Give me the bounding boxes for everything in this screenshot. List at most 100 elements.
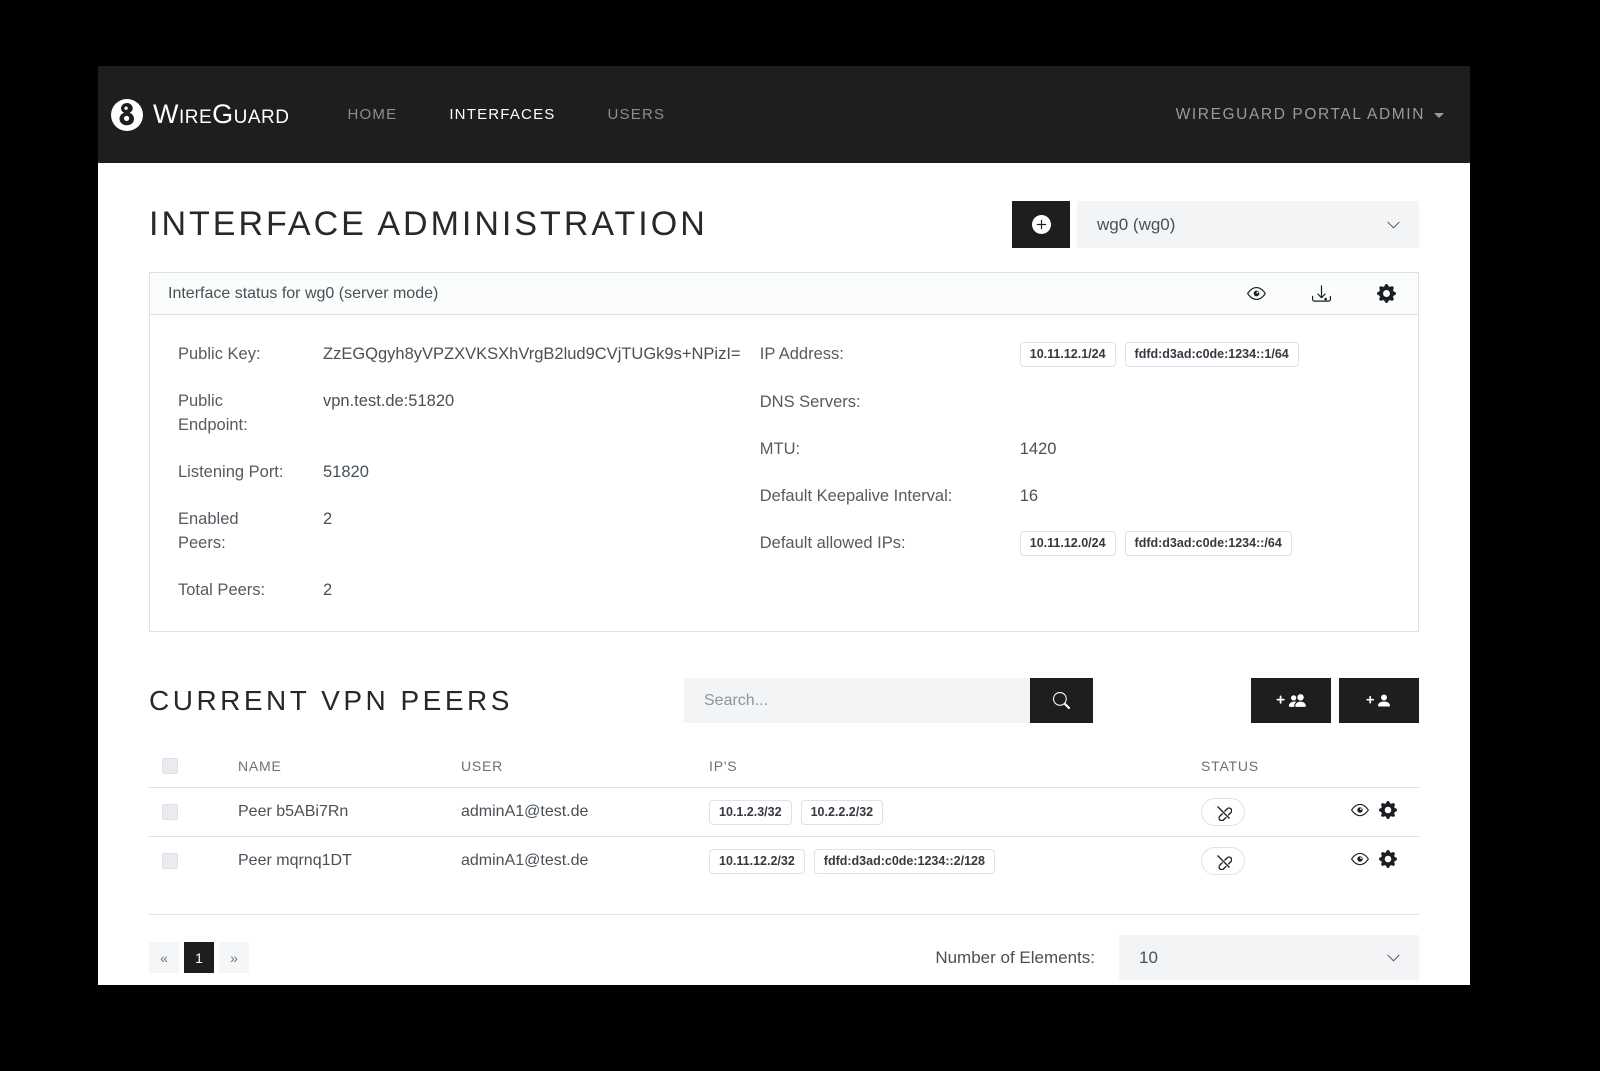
elements-label: Number of Elements: bbox=[935, 948, 1095, 968]
interface-select[interactable]: wg0 (wg0) bbox=[1077, 201, 1419, 248]
column-header-user: USER bbox=[461, 745, 709, 788]
status-badge bbox=[1201, 798, 1245, 826]
add-interface-button[interactable] bbox=[1012, 201, 1070, 248]
ip-badge: 10.11.12.0/24 bbox=[1020, 531, 1116, 556]
nav-item-home[interactable]: HOME bbox=[322, 96, 424, 133]
field-label: Listening Port: bbox=[178, 460, 323, 484]
nav-item-interfaces[interactable]: INTERFACES bbox=[423, 96, 581, 133]
peer-view-eye-icon[interactable] bbox=[1351, 801, 1369, 819]
ip-badge: fdfd:d3ad:c0de:1234::/64 bbox=[1125, 531, 1292, 556]
column-header-ips: IP'S bbox=[709, 745, 1201, 788]
row-checkbox[interactable] bbox=[162, 804, 178, 820]
add-peer-button[interactable] bbox=[1339, 678, 1419, 723]
ip-badge: 10.1.2.3/32 bbox=[709, 800, 792, 825]
peer-add-buttons bbox=[1251, 678, 1419, 723]
table-row: Peer b5ABi7Rn adminA1@test.de 10.1.2.3/3… bbox=[149, 788, 1419, 837]
card-header: Interface status for wg0 (server mode) bbox=[150, 273, 1418, 315]
pager-next-button[interactable]: » bbox=[219, 942, 249, 973]
user-menu-label: WIREGUARD PORTAL ADMIN bbox=[1176, 106, 1425, 124]
brand-name: WireGuard bbox=[153, 99, 290, 130]
card-body: Public Key: ZzEGQgyh8yVPZXVKSXhVrgB2lud9… bbox=[150, 315, 1418, 631]
navbar: WireGuard HOME INTERFACES USERS WIREGUAR… bbox=[98, 66, 1470, 163]
field-public-endpoint: Public Endpoint: vpn.test.de:51820 bbox=[178, 389, 760, 437]
field-ip-address: IP Address: 10.11.12.1/24 fdfd:d3ad:c0de… bbox=[760, 342, 1390, 367]
pager-page-1[interactable]: 1 bbox=[184, 942, 214, 973]
status-left-column: Public Key: ZzEGQgyh8yVPZXVKSXhVrgB2lud9… bbox=[178, 342, 760, 625]
select-all-checkbox[interactable] bbox=[162, 758, 178, 774]
field-listening-port: Listening Port: 51820 bbox=[178, 460, 760, 484]
table-bottom-divider bbox=[149, 885, 1419, 915]
peer-user: adminA1@test.de bbox=[461, 788, 709, 837]
field-mtu: MTU: 1420 bbox=[760, 437, 1390, 461]
wireguard-logo-icon bbox=[110, 98, 144, 132]
add-multiple-peers-button[interactable] bbox=[1251, 678, 1331, 723]
field-value: 1420 bbox=[1020, 437, 1057, 461]
table-row: Peer mqrnq1DT adminA1@test.de 10.11.12.2… bbox=[149, 837, 1419, 886]
peer-search-group bbox=[684, 678, 1093, 723]
peer-settings-gear-icon[interactable] bbox=[1379, 801, 1397, 819]
main-nav: HOME INTERFACES USERS bbox=[322, 96, 692, 133]
row-checkbox[interactable] bbox=[162, 853, 178, 869]
field-total-peers: Total Peers: 2 bbox=[178, 578, 760, 602]
interface-controls: wg0 (wg0) bbox=[1012, 201, 1419, 248]
column-header-status: STATUS bbox=[1201, 745, 1336, 788]
field-label: IP Address: bbox=[760, 342, 1020, 367]
peer-name: Peer b5ABi7Rn bbox=[238, 788, 461, 837]
interface-settings-gear-icon[interactable] bbox=[1377, 284, 1396, 303]
field-public-key: Public Key: ZzEGQgyh8yVPZXVKSXhVrgB2lud9… bbox=[178, 342, 760, 366]
table-header-row: NAME USER IP'S STATUS bbox=[149, 745, 1419, 788]
field-default-keepalive: Default Keepalive Interval: 16 bbox=[760, 484, 1390, 508]
ip-badge: fdfd:d3ad:c0de:1234::2/128 bbox=[814, 849, 995, 874]
user-menu-dropdown[interactable]: WIREGUARD PORTAL ADMIN bbox=[1176, 106, 1444, 124]
ip-badge: 10.11.12.1/24 bbox=[1020, 342, 1116, 367]
ip-badge: 10.11.12.2/32 bbox=[709, 849, 805, 874]
interface-select-value: wg0 (wg0) bbox=[1097, 215, 1175, 235]
chevron-down-icon bbox=[1386, 950, 1401, 965]
interface-status-card: Interface status for wg0 (server mode) bbox=[149, 272, 1419, 632]
elements-select-value: 10 bbox=[1139, 948, 1158, 968]
plus-people-icon bbox=[1276, 692, 1306, 709]
field-label: Public Endpoint: bbox=[178, 389, 323, 437]
field-value: 2 bbox=[323, 507, 332, 555]
field-label: Default allowed IPs: bbox=[760, 531, 1020, 556]
field-value: 2 bbox=[323, 578, 332, 602]
app-window: WireGuard HOME INTERFACES USERS WIREGUAR… bbox=[98, 66, 1470, 985]
field-value: ZzEGQgyh8yVPZXVKSXhVrgB2lud9CVjTUGk9s+NP… bbox=[323, 342, 741, 366]
peer-name: Peer mqrnq1DT bbox=[238, 837, 461, 886]
field-value: vpn.test.de:51820 bbox=[323, 389, 454, 437]
field-label: Default Keepalive Interval: bbox=[760, 484, 1020, 508]
peers-header-row: CURRENT VPN PEERS bbox=[149, 678, 1419, 723]
nav-item-users[interactable]: USERS bbox=[582, 96, 692, 133]
peers-table: NAME USER IP'S STATUS Peer b5ABi7Rn admi… bbox=[149, 745, 1419, 885]
main-content: INTERFACE ADMINISTRATION wg0 (wg0) Inte bbox=[98, 201, 1470, 985]
ip-badge: fdfd:d3ad:c0de:1234::1/64 bbox=[1125, 342, 1299, 367]
elements-select[interactable]: 10 bbox=[1119, 935, 1419, 980]
field-dns-servers: DNS Servers: bbox=[760, 390, 1390, 414]
field-value: 51820 bbox=[323, 460, 369, 484]
plus-person-icon bbox=[1366, 692, 1392, 709]
peer-search-input[interactable] bbox=[684, 678, 1030, 723]
field-label: MTU: bbox=[760, 437, 1020, 461]
ip-badge: 10.2.2.2/32 bbox=[801, 800, 884, 825]
column-header-name: NAME bbox=[238, 745, 461, 788]
show-config-eye-icon[interactable] bbox=[1247, 284, 1266, 303]
link-slash-icon bbox=[1215, 853, 1232, 870]
status-right-column: IP Address: 10.11.12.1/24 fdfd:d3ad:c0de… bbox=[760, 342, 1390, 625]
pager: « 1 » bbox=[149, 942, 249, 973]
peer-view-eye-icon[interactable] bbox=[1351, 850, 1369, 868]
search-icon bbox=[1053, 692, 1070, 709]
card-actions bbox=[1247, 284, 1400, 303]
field-default-allowed-ips: Default allowed IPs: 10.11.12.0/24 fdfd:… bbox=[760, 531, 1390, 556]
brand-link[interactable]: WireGuard bbox=[110, 98, 290, 132]
chevron-down-icon bbox=[1386, 217, 1401, 232]
search-button[interactable] bbox=[1030, 678, 1093, 723]
card-title: Interface status for wg0 (server mode) bbox=[168, 285, 438, 303]
download-config-icon[interactable] bbox=[1312, 284, 1331, 303]
pager-prev-button[interactable]: « bbox=[149, 942, 179, 973]
peer-user: adminA1@test.de bbox=[461, 837, 709, 886]
field-label: Enabled Peers: bbox=[178, 507, 323, 555]
peer-settings-gear-icon[interactable] bbox=[1379, 850, 1397, 868]
elements-per-page: Number of Elements: 10 bbox=[935, 935, 1419, 980]
field-value: 16 bbox=[1020, 484, 1038, 508]
status-badge bbox=[1201, 847, 1245, 875]
